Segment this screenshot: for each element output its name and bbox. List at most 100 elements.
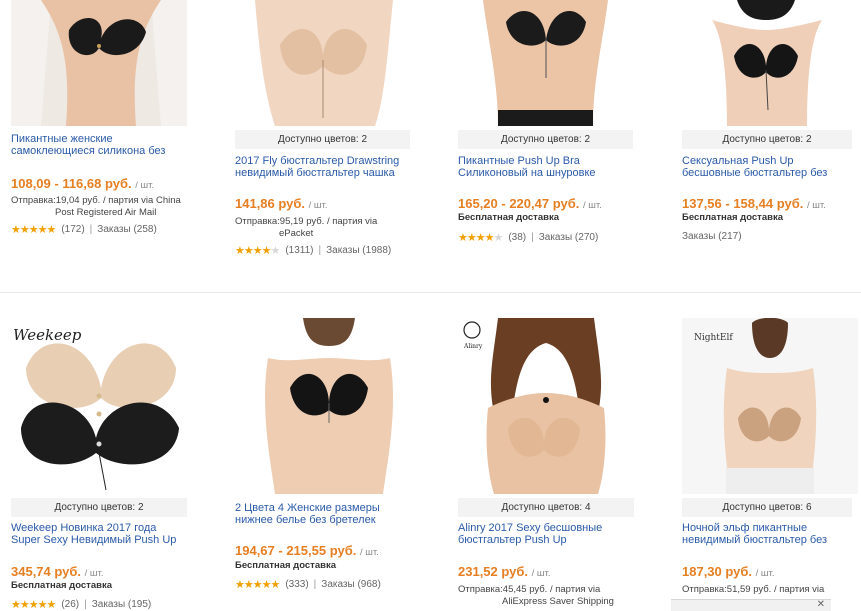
product-title[interactable]: Пикантные Push Up Bra Силиконовый на шну…: [458, 155, 636, 179]
title-line[interactable]: Super Sexy Невидимый Push Up: [11, 534, 176, 546]
review-count[interactable]: (1311): [285, 245, 313, 256]
brand-logo-text: Alinry: [463, 343, 483, 350]
rating-stars: ★★★★★: [11, 599, 56, 611]
shipping-line: ePacket: [279, 228, 314, 239]
title-line[interactable]: Пикантные Push Up Bra: [458, 155, 580, 167]
product-price: 108,09 - 116,68 руб. / шт.: [11, 176, 154, 191]
title-line[interactable]: нижнее белье без бретелек: [235, 514, 376, 526]
shipping-info: Отправка:45,45 руб. / партия via AliExpr…: [458, 584, 643, 608]
title-line[interactable]: Ночной эльф пикантные: [682, 522, 807, 534]
product-row-1: Пикантные женские самоклеющиеся силикона…: [0, 0, 861, 292]
title-line[interactable]: Пикантные женские: [11, 133, 113, 145]
product-photo: Alinry: [458, 318, 634, 494]
product-image[interactable]: [458, 0, 634, 126]
product-price: 345,74 руб. / шт.: [11, 564, 103, 579]
price-value: 345,74 руб.: [11, 564, 82, 579]
title-line[interactable]: бесшовные бюстгальтер без: [682, 167, 827, 179]
price-unit: / шт.: [531, 568, 551, 579]
rating-row: ★★★★★ (38) | Заказы (270): [458, 232, 599, 244]
product-image[interactable]: [11, 0, 187, 126]
review-count[interactable]: (38): [508, 232, 526, 243]
title-line[interactable]: бюстгальтер Push Up: [458, 534, 567, 546]
review-count[interactable]: (333): [285, 579, 308, 590]
floating-toolbar[interactable]: ✕: [671, 599, 831, 611]
price-unit: / шт.: [806, 200, 826, 211]
product-price: 165,20 - 220,47 руб. / шт.: [458, 196, 602, 211]
shipping-line: Отправка:51,59 руб. / партия via: [682, 584, 825, 595]
product-image[interactable]: Alinry: [458, 318, 634, 494]
shipping-line: AliExpress Saver Shipping: [502, 596, 614, 607]
order-count: Заказы (217): [682, 231, 742, 242]
colors-available: Доступно цветов: 6: [682, 498, 852, 517]
title-line[interactable]: Силиконовый на шнуровке: [458, 167, 596, 179]
title-line[interactable]: Weekeep Новинка 2017 года: [11, 522, 156, 534]
product-photo: [458, 0, 634, 126]
product-price: 137,56 - 158,44 руб. / шт.: [682, 196, 826, 211]
price-unit: / шт.: [308, 200, 328, 211]
title-line[interactable]: 2017 Fly бюстгальтер Drawstring: [235, 155, 399, 167]
product-image[interactable]: [682, 0, 850, 126]
price-unit: / шт.: [84, 568, 104, 579]
free-shipping: Бесплатная доставка: [11, 580, 112, 591]
free-shipping: Бесплатная доставка: [458, 212, 559, 223]
brand-logo: NightElf: [694, 333, 733, 343]
product-image[interactable]: [248, 318, 410, 494]
product-price: 231,52 руб. / шт.: [458, 564, 550, 579]
shipping-line: Отправка:45,45 руб. / партия via: [458, 584, 601, 595]
title-line[interactable]: невидимый бюстгальтер без: [682, 534, 827, 546]
product-photo: [682, 0, 850, 126]
rating-stars: ★★★★★: [458, 232, 503, 244]
rating-stars: ★★★★★: [11, 224, 56, 236]
price-value: 194,67 - 215,55 руб.: [235, 543, 357, 558]
title-line[interactable]: невидимый бюстгальтер чашка: [235, 167, 395, 179]
price-unit: / шт.: [359, 547, 379, 558]
product-image[interactable]: NightElf: [682, 318, 858, 494]
price-value: 165,20 - 220,47 руб.: [458, 196, 580, 211]
colors-available: Доступно цветов: 2: [458, 130, 633, 149]
review-count[interactable]: (26): [61, 599, 79, 610]
price-unit: / шт.: [755, 568, 775, 579]
product-image[interactable]: [235, 0, 410, 126]
title-line[interactable]: Alinry 2017 Sexy бесшовные: [458, 522, 602, 534]
brand-logo: Weekeep: [13, 326, 82, 344]
close-icon[interactable]: ✕: [817, 599, 825, 610]
shipping-line: Post Registered Air Mail: [55, 207, 157, 218]
rating-row: ★★★★★ (333) | Заказы (968): [235, 579, 381, 591]
shipping-line: Отправка:19,04 руб. / партия via China: [11, 195, 181, 206]
free-shipping: Бесплатная доставка: [235, 560, 336, 571]
price-value: 187,30 руб.: [682, 564, 753, 579]
shipping-line: Отправка:95,19 руб. / партия via: [235, 216, 378, 227]
product-title[interactable]: Сексуальная Push Up бесшовные бюстгальте…: [682, 155, 860, 179]
price-value: 137,56 - 158,44 руб.: [682, 196, 804, 211]
title-line[interactable]: Сексуальная Push Up: [682, 155, 794, 167]
rating-row: ★★★★★ (1311) | Заказы (1988): [235, 245, 392, 257]
product-photo: Weekeep: [11, 318, 187, 494]
order-count: Заказы (195): [91, 599, 152, 610]
order-count: Заказы (270): [538, 232, 599, 243]
rating-stars: ★★★★★: [235, 579, 280, 591]
product-title[interactable]: 2017 Fly бюстгальтер Drawstring невидимы…: [235, 155, 413, 179]
title-line[interactable]: самоклеющиеся силикона без: [11, 145, 165, 157]
colors-available: Доступно цветов: 2: [11, 498, 187, 517]
order-count: Заказы (1988): [326, 245, 392, 256]
colors-available: Доступно цветов: 2: [235, 130, 410, 149]
product-row-2: Weekeep Доступно цветов: 2 Weekeep Новин…: [0, 292, 861, 611]
rating-row: ★★★★★ (26) | Заказы (195): [11, 599, 152, 611]
product-price: 141,86 руб. / шт.: [235, 196, 327, 211]
shipping-info: Отправка:95,19 руб. / партия via ePacket: [235, 216, 420, 240]
colors-available: Доступно цветов: 2: [682, 130, 852, 149]
product-title[interactable]: 2 Цвета 4 Женские размеры нижнее белье б…: [235, 502, 413, 526]
product-title[interactable]: Alinry 2017 Sexy бесшовные бюстгальтер P…: [458, 522, 636, 546]
product-price: 194,67 - 215,55 руб. / шт.: [235, 543, 379, 558]
product-title[interactable]: Пикантные женские самоклеющиеся силикона…: [11, 133, 189, 157]
free-shipping: Бесплатная доставка: [682, 212, 783, 223]
price-unit: / шт.: [582, 200, 602, 211]
product-image[interactable]: Weekeep: [11, 318, 187, 494]
title-line[interactable]: 2 Цвета 4 Женские размеры: [235, 502, 380, 514]
shipping-info: Отправка:51,59 руб. / партия via: [682, 584, 861, 596]
product-price: 187,30 руб. / шт.: [682, 564, 774, 579]
product-title[interactable]: Ночной эльф пикантные невидимый бюстгаль…: [682, 522, 860, 546]
review-count[interactable]: (172): [61, 224, 84, 235]
product-title[interactable]: Weekeep Новинка 2017 года Super Sexy Нев…: [11, 522, 189, 546]
colors-available: Доступно цветов: 4: [458, 498, 634, 517]
